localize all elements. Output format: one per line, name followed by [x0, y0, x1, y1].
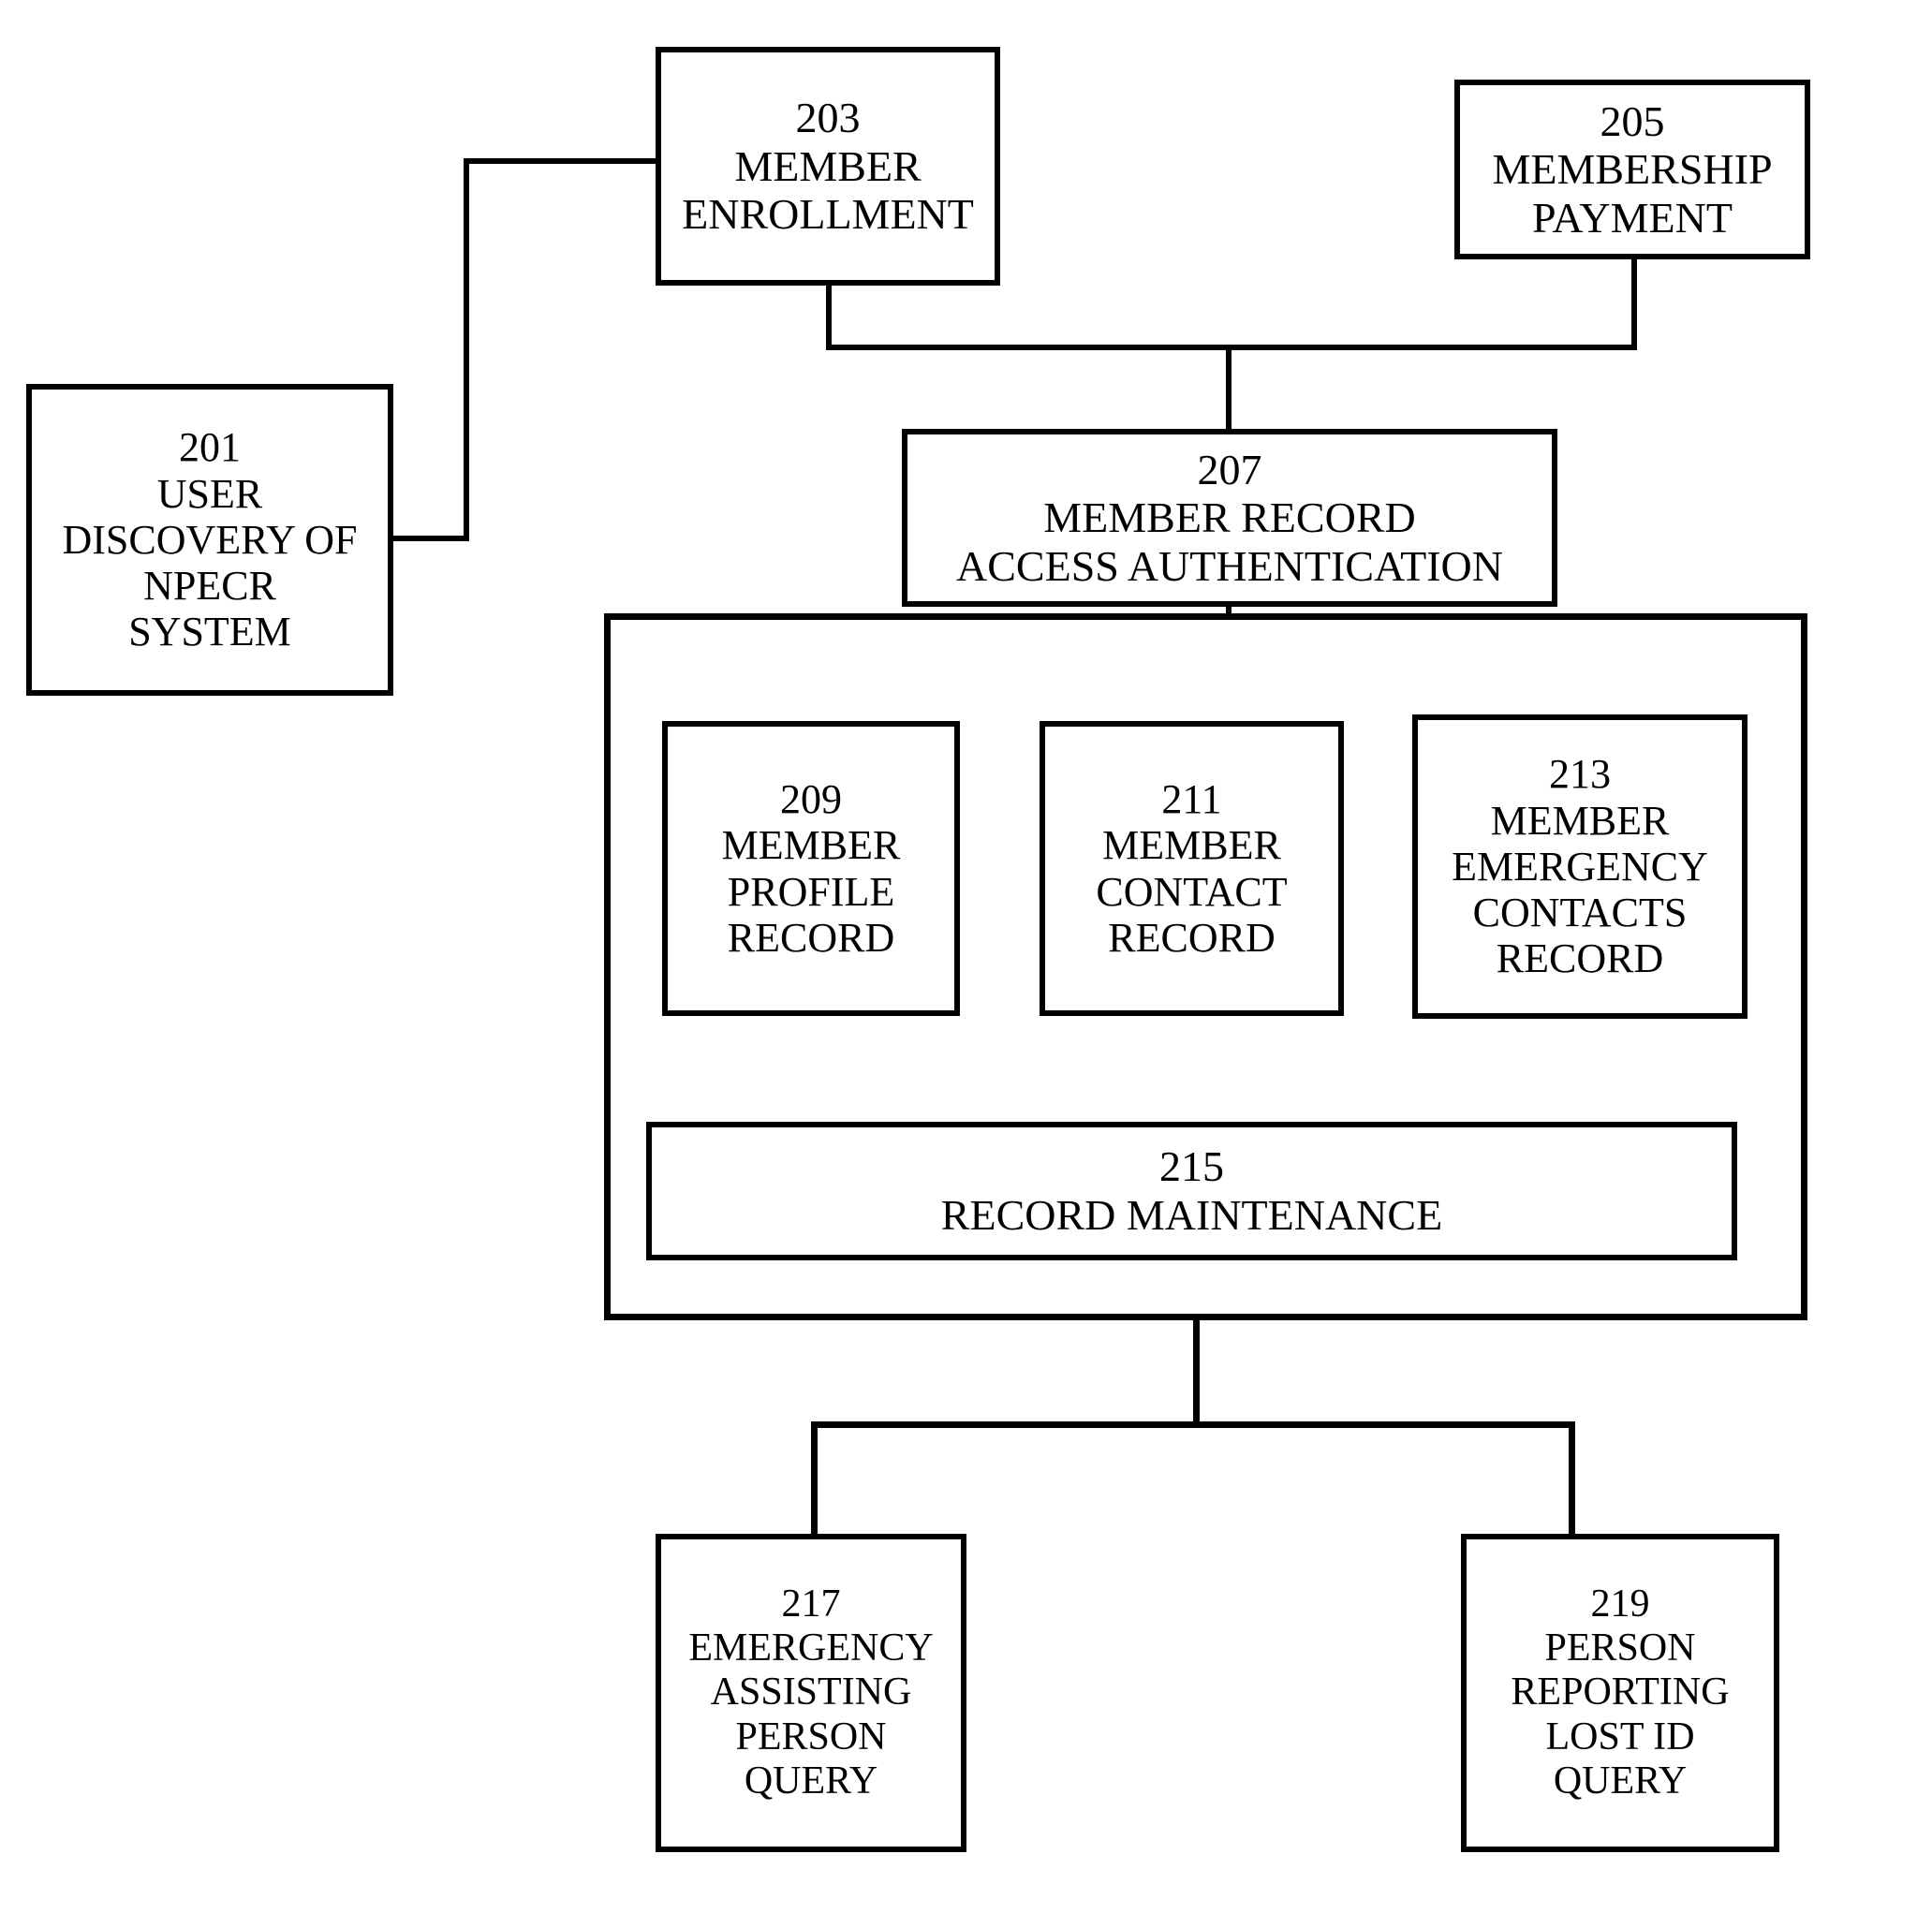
- node-219-line-1: PERSON: [1544, 1626, 1696, 1670]
- node-209-member-profile-record[interactable]: 209 MEMBER PROFILE RECORD: [662, 721, 960, 1016]
- node-213-line-2: EMERGENCY: [1452, 843, 1708, 890]
- node-217-line-2: ASSISTING: [710, 1670, 912, 1715]
- node-201-user-discovery[interactable]: 201 USER DISCOVERY OF NPECR SYSTEM: [26, 384, 393, 696]
- node-211-member-contact-record[interactable]: 211 MEMBER CONTACT RECORD: [1040, 721, 1344, 1016]
- edge-201-203-seg-h2: [464, 158, 662, 164]
- edge-to-217: [811, 1421, 818, 1538]
- node-205-line-2: PAYMENT: [1532, 193, 1733, 242]
- node-217-line-1: EMERGENCY: [688, 1626, 934, 1670]
- node-213-line-1: MEMBER: [1490, 797, 1670, 844]
- edge-203-down: [826, 281, 832, 350]
- node-217-line-4: QUERY: [744, 1759, 878, 1803]
- node-219-number: 219: [1590, 1582, 1650, 1626]
- node-213-number: 213: [1549, 751, 1611, 798]
- node-219-line-2: REPORTING: [1511, 1670, 1730, 1715]
- node-211-line-3: RECORD: [1108, 914, 1276, 961]
- node-205-membership-payment[interactable]: 205 MEMBERSHIP PAYMENT: [1454, 80, 1810, 259]
- edge-container-down: [1193, 1316, 1200, 1426]
- node-217-number: 217: [781, 1582, 841, 1626]
- node-209-line-2: PROFILE: [727, 868, 895, 915]
- node-213-member-emergency-contacts-record[interactable]: 213 MEMBER EMERGENCY CONTACTS RECORD: [1412, 714, 1748, 1019]
- node-201-line-2: DISCOVERY OF: [62, 516, 358, 563]
- node-203-line-1: MEMBER: [734, 141, 922, 190]
- node-211-number: 211: [1161, 775, 1222, 822]
- edge-distributor-queries: [811, 1421, 1575, 1428]
- node-209-line-1: MEMBER: [721, 822, 901, 869]
- node-207-number: 207: [1197, 445, 1262, 493]
- node-219-line-3: LOST ID: [1545, 1715, 1695, 1759]
- node-213-line-3: CONTACTS: [1472, 890, 1688, 936]
- node-219-line-4: QUERY: [1553, 1759, 1688, 1803]
- node-211-line-1: MEMBER: [1102, 822, 1281, 869]
- node-209-line-3: RECORD: [727, 914, 895, 961]
- node-207-member-record-access-authentication[interactable]: 207 MEMBER RECORD ACCESS AUTHENTICATION: [902, 429, 1557, 607]
- edge-201-203-seg-h1: [388, 536, 469, 541]
- node-201-number: 201: [179, 424, 241, 471]
- node-201-line-4: SYSTEM: [128, 609, 291, 655]
- node-205-line-1: MEMBERSHIP: [1492, 145, 1773, 194]
- node-207-line-1: MEMBER RECORD: [1043, 493, 1416, 542]
- node-217-emergency-assisting-person-query[interactable]: 217 EMERGENCY ASSISTING PERSON QUERY: [656, 1534, 966, 1852]
- node-215-record-maintenance[interactable]: 215 RECORD MAINTENANCE: [646, 1122, 1737, 1260]
- node-219-person-reporting-lost-id-query[interactable]: 219 PERSON REPORTING LOST ID QUERY: [1461, 1534, 1779, 1852]
- node-205-number: 205: [1600, 96, 1665, 145]
- node-215-line-1: RECORD MAINTENANCE: [940, 1191, 1443, 1239]
- node-207-line-2: ACCESS AUTHENTICATION: [956, 541, 1503, 590]
- node-203-member-enrollment[interactable]: 203 MEMBER ENROLLMENT: [656, 47, 1000, 286]
- edge-bus-to-207: [1226, 345, 1231, 434]
- node-203-line-2: ENROLLMENT: [682, 190, 974, 239]
- node-203-number: 203: [795, 94, 861, 142]
- node-211-line-2: CONTACT: [1096, 868, 1288, 915]
- node-209-number: 209: [780, 775, 842, 822]
- node-213-line-4: RECORD: [1496, 935, 1664, 982]
- figure-canvas: 201 USER DISCOVERY OF NPECR SYSTEM 203 M…: [0, 0, 1932, 1928]
- node-217-line-3: PERSON: [735, 1715, 887, 1759]
- edge-bus-top: [826, 345, 1637, 350]
- node-201-line-3: NPECR: [143, 563, 276, 610]
- node-215-number: 215: [1159, 1142, 1224, 1191]
- edge-to-219: [1569, 1421, 1575, 1538]
- node-201-line-1: USER: [156, 470, 263, 517]
- edge-205-down: [1631, 257, 1637, 350]
- edge-201-203-seg-v: [464, 158, 469, 541]
